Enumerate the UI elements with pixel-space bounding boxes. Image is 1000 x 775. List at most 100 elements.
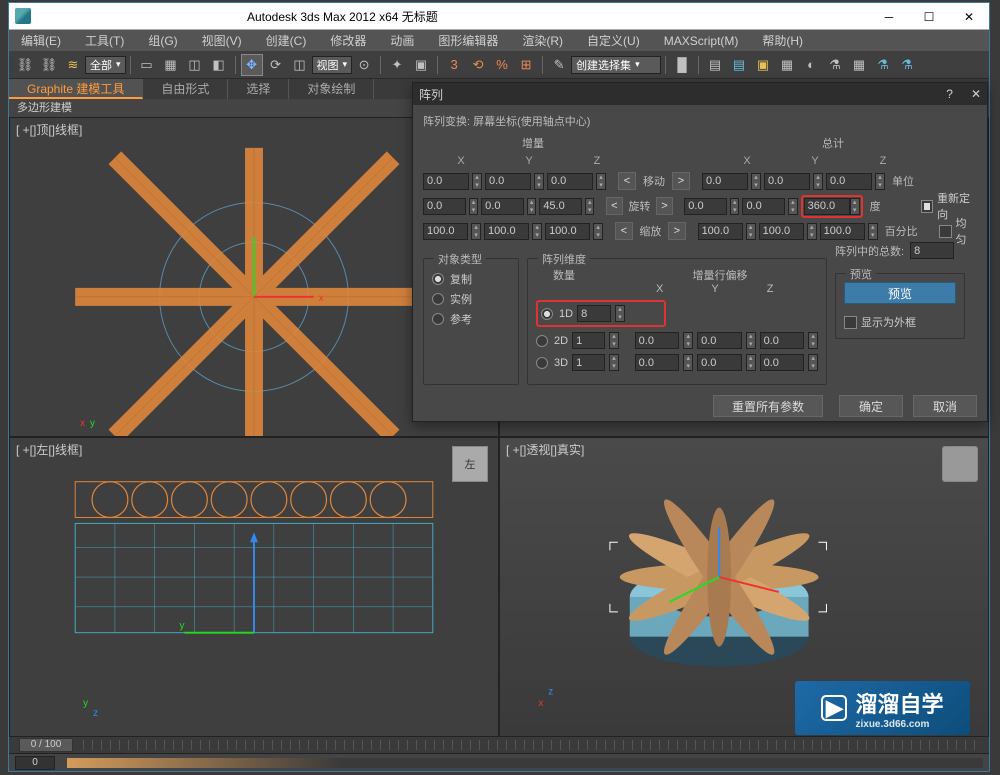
menu-help[interactable]: 帮助(H) — [750, 32, 815, 49]
rotate-z-tot[interactable]: 360.0 — [804, 198, 850, 215]
mirror-icon[interactable]: ▐▌ — [671, 54, 693, 76]
menu-customize[interactable]: 自定义(U) — [575, 32, 652, 49]
menu-view[interactable]: 视图(V) — [190, 32, 254, 49]
preview-button[interactable]: 预览 — [844, 282, 956, 304]
select-rect-icon[interactable]: ▦ — [160, 54, 182, 76]
align-icon[interactable]: ▤ — [704, 54, 726, 76]
viewport-left[interactable]: [ +[]左[]线框] 左 — [9, 437, 499, 737]
radio-2d[interactable]: 2D — [536, 335, 568, 347]
scale-x-inc[interactable]: 100.0 — [423, 223, 468, 240]
move-swap-right[interactable]: > — [672, 172, 690, 190]
radio-reference[interactable]: 参考 — [432, 311, 510, 327]
move-z-inc[interactable]: 0.0 — [547, 173, 593, 190]
frame-number[interactable]: 0 — [15, 756, 55, 770]
material-icon[interactable]: ◐ — [800, 54, 822, 76]
snap-spinner-icon[interactable]: ⊞ — [515, 54, 537, 76]
snap-percent-icon[interactable]: % — [491, 54, 513, 76]
layer-filter[interactable]: 全部 — [85, 56, 126, 74]
select-icon[interactable]: ▭ — [136, 54, 158, 76]
move-y-tot[interactable]: 0.0 — [764, 173, 810, 190]
viewcube-left[interactable]: 左 — [452, 446, 488, 482]
offset-3d-y[interactable]: 0.0 — [697, 354, 742, 371]
rotate-z-inc[interactable]: 45.0 — [539, 198, 582, 215]
count-3d[interactable]: 1 — [572, 354, 605, 371]
pivot-icon[interactable]: ⊙ — [353, 54, 375, 76]
snap-2d-icon[interactable]: 3 — [443, 54, 465, 76]
curve-editor-icon[interactable]: ▣ — [752, 54, 774, 76]
select-window-icon[interactable]: ◧ — [208, 54, 230, 76]
menubar[interactable]: 编辑(E) 工具(T) 组(G) 视图(V) 创建(C) 修改器 动画 图形编辑… — [9, 30, 989, 51]
menu-create[interactable]: 创建(C) — [254, 32, 319, 49]
snap-angle-icon[interactable]: ⟲ — [467, 54, 489, 76]
rotate-x-tot[interactable]: 0.0 — [684, 198, 727, 215]
named-sel-set[interactable]: 创建选择集 — [571, 56, 661, 74]
menu-maxscript[interactable]: MAXScript(M) — [652, 34, 751, 48]
select-paint-icon[interactable]: ◫ — [184, 54, 206, 76]
dialog-help-button[interactable]: ? — [946, 87, 953, 101]
maximize-button[interactable]: ☐ — [909, 3, 949, 30]
close-button[interactable]: ✕ — [949, 3, 989, 30]
radio-instance[interactable]: 实例 — [432, 291, 510, 307]
menu-edit[interactable]: 编辑(E) — [9, 32, 73, 49]
move-swap-left[interactable]: < — [618, 172, 636, 190]
quick-render-icon[interactable]: ⚗ — [896, 54, 918, 76]
manip-icon[interactable]: ✦ — [386, 54, 408, 76]
offset-2d-x[interactable]: 0.0 — [635, 332, 680, 349]
reset-button[interactable]: 重置所有参数 — [713, 395, 823, 417]
schematic-icon[interactable]: ▦ — [776, 54, 798, 76]
ok-button[interactable]: 确定 — [839, 395, 903, 417]
move-x-inc[interactable]: 0.0 — [423, 173, 469, 190]
offset-2d-z[interactable]: 0.0 — [760, 332, 805, 349]
offset-3d-z[interactable]: 0.0 — [760, 354, 805, 371]
render-frame-icon[interactable]: ▦ — [848, 54, 870, 76]
scale-y-inc[interactable]: 100.0 — [484, 223, 529, 240]
named-sel-icon[interactable]: ✎ — [548, 54, 570, 76]
rotate-x-inc[interactable]: 0.0 — [423, 198, 466, 215]
tab-graphite[interactable]: Graphite 建模工具 — [9, 79, 143, 99]
menu-grapheditors[interactable]: 图形编辑器 — [426, 32, 510, 49]
link-icon[interactable]: ⛓ — [14, 54, 36, 76]
radio-3d[interactable]: 3D — [536, 357, 568, 369]
menu-group[interactable]: 组(G) — [136, 32, 189, 49]
count-1d[interactable]: 8 — [577, 305, 611, 322]
unlink-icon[interactable]: ⛓ — [38, 54, 60, 76]
rotate-y-tot[interactable]: 0.0 — [742, 198, 785, 215]
count-2d[interactable]: 1 — [572, 332, 605, 349]
scale-z-tot[interactable]: 100.0 — [820, 223, 865, 240]
move-z-tot[interactable]: 0.0 — [826, 173, 872, 190]
move-icon[interactable]: ✥ — [241, 54, 263, 76]
rotate-icon[interactable]: ⟳ — [265, 54, 287, 76]
move-x-tot[interactable]: 0.0 — [702, 173, 748, 190]
time-slider[interactable]: 0 / 100 — [19, 738, 73, 752]
tab-freeform[interactable]: 自由形式 — [143, 79, 228, 99]
viewcube-persp[interactable] — [942, 446, 978, 482]
scale-swap-right[interactable]: > — [668, 222, 686, 240]
display-wire-check[interactable]: 显示为外框 — [844, 314, 956, 330]
dialog-close-button[interactable]: ✕ — [971, 87, 981, 101]
offset-2d-y[interactable]: 0.0 — [697, 332, 742, 349]
layers-icon[interactable]: ▤ — [728, 54, 750, 76]
menu-animation[interactable]: 动画 — [378, 32, 426, 49]
rotate-y-inc[interactable]: 0.0 — [481, 198, 524, 215]
tab-paint[interactable]: 对象绘制 — [289, 79, 374, 99]
radio-1d[interactable]: 1D — [541, 308, 573, 320]
menu-modifiers[interactable]: 修改器 — [318, 32, 378, 49]
render-setup-icon[interactable]: ⚗ — [824, 54, 846, 76]
rotate-swap-right[interactable]: > — [656, 197, 673, 215]
menu-tools[interactable]: 工具(T) — [73, 32, 136, 49]
scale-z-inc[interactable]: 100.0 — [545, 223, 590, 240]
scale-y-tot[interactable]: 100.0 — [759, 223, 804, 240]
scale-swap-left[interactable]: < — [615, 222, 633, 240]
rotate-swap-left[interactable]: < — [606, 197, 623, 215]
scale-icon[interactable]: ◫ — [289, 54, 311, 76]
bind-icon[interactable]: ≋ — [62, 54, 84, 76]
minimize-button[interactable]: ─ — [869, 3, 909, 30]
scale-x-tot[interactable]: 100.0 — [698, 223, 743, 240]
move-y-inc[interactable]: 0.0 — [485, 173, 531, 190]
render-icon[interactable]: ⚗ — [872, 54, 894, 76]
menu-render[interactable]: 渲染(R) — [510, 32, 575, 49]
timeline[interactable]: 0 / 100 — [9, 737, 989, 753]
keymode-icon[interactable]: ▣ — [410, 54, 432, 76]
tab-select[interactable]: 选择 — [228, 79, 289, 99]
radio-copy[interactable]: 复制 — [432, 271, 510, 287]
